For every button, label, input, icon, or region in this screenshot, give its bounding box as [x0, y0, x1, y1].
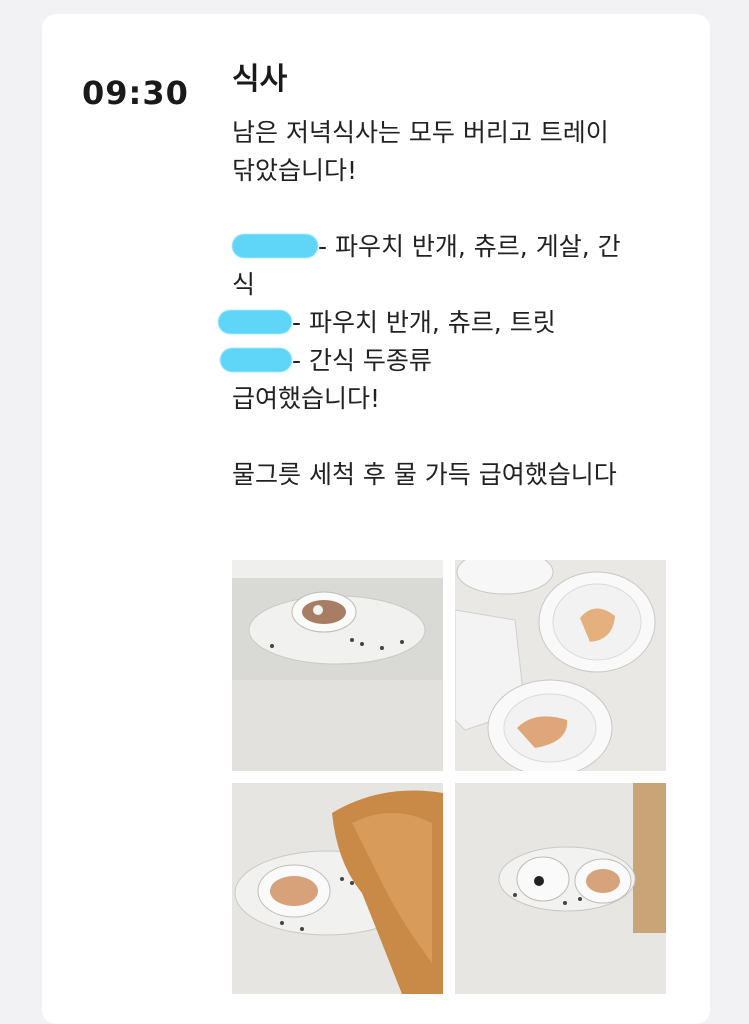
- entry-line: 급여했습니다!: [232, 384, 381, 413]
- redacted-name: [218, 310, 292, 334]
- entry-line-text: - 파우치 반개, 츄르, 게살, 간: [318, 232, 621, 261]
- photo-image: [232, 560, 443, 771]
- entry-line: 닦았습니다!: [232, 156, 358, 185]
- photo-image: [455, 560, 666, 771]
- entry-line: 남은 저녁식사는 모두 버리고 트레이: [232, 118, 609, 147]
- entry-line-with-redaction: - 파우치 반개, 츄르, 트릿: [218, 304, 702, 342]
- photo-image: [455, 783, 666, 994]
- redacted-name: [232, 234, 318, 258]
- photo-paper-plates-with-food[interactable]: [455, 560, 666, 771]
- photo-grid: [232, 560, 666, 994]
- photo-tray-with-food-bowl[interactable]: [232, 560, 443, 771]
- entry-line-text: - 간식 두종류: [292, 346, 432, 375]
- entry-line-with-redaction: - 간식 두종류: [220, 342, 702, 380]
- entry-line: 물그릇 세척 후 물 가득 급여했습니다: [232, 460, 617, 489]
- photo-cat-eating-from-tray[interactable]: [232, 783, 443, 994]
- entry-title: 식사: [232, 62, 288, 97]
- feed-entry-card: 09:30 식사 남은 저녁식사는 모두 버리고 트레이 닦았습니다! - 파우…: [42, 14, 710, 1024]
- redacted-name: [220, 348, 292, 372]
- entry-content: 식사 남은 저녁식사는 모두 버리고 트레이 닦았습니다! - 파우치 반개, …: [218, 54, 702, 494]
- entry-line-text: - 파우치 반개, 츄르, 트릿: [292, 308, 556, 337]
- entry-line-with-redaction: - 파우치 반개, 츄르, 게살, 간: [232, 228, 702, 266]
- photo-image: [232, 783, 443, 994]
- photo-tray-with-bowl-overhead[interactable]: [455, 783, 666, 994]
- entry-line: 식: [232, 270, 256, 299]
- entry-time: 09:30: [82, 74, 189, 112]
